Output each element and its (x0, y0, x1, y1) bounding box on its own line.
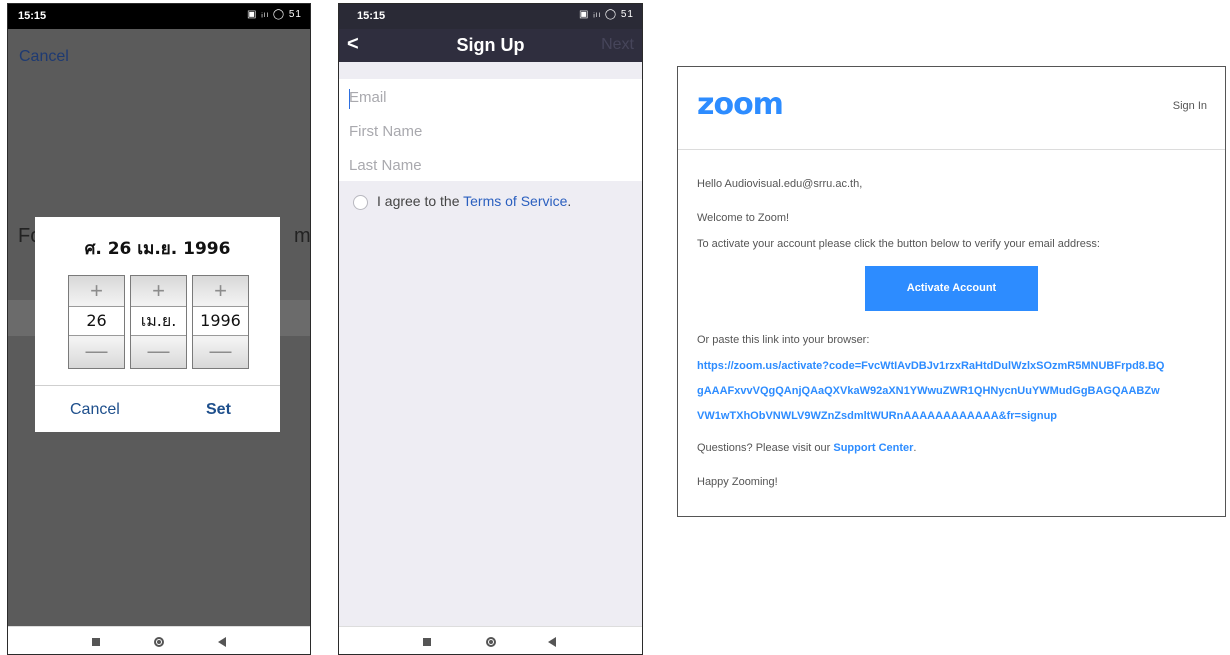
home-icon[interactable] (486, 637, 496, 647)
year-increment-button[interactable]: + (193, 276, 248, 306)
agree-suffix: . (567, 193, 572, 209)
status-time: 15:15 (18, 10, 47, 22)
next-button[interactable]: Next (601, 36, 634, 54)
month-increment-button[interactable]: + (131, 276, 186, 306)
recent-apps-icon[interactable] (92, 638, 100, 646)
activation-link-line[interactable]: VW1wTXhObVNWLV9WZnZsdmltWURnAAAAAAAAAAAA… (697, 410, 1057, 422)
status-icons: ▣ ᵢₗₗ ◯ 51 (247, 9, 302, 20)
paste-link-text: Or paste this link into your browser: (697, 334, 870, 346)
email-field[interactable]: Email (349, 89, 387, 106)
month-spinner[interactable]: + เม.ย. — (130, 275, 187, 369)
activation-email: zoom Sign In Hello Audiovisual.edu@srru.… (677, 66, 1226, 517)
android-nav-bar (8, 626, 310, 654)
page-title: Sign Up (456, 35, 525, 55)
year-decrement-button[interactable]: — (193, 336, 248, 368)
closing-text: Happy Zooming! (697, 476, 778, 488)
last-name-field[interactable]: Last Name (349, 157, 422, 174)
activation-link-line[interactable]: gAAAFxvvVQgQAnjQAaQXVkaW92aXN1YWwuZWR1QH… (697, 385, 1160, 397)
terms-of-service-link[interactable]: Terms of Service (463, 193, 567, 209)
activate-account-button[interactable]: Activate Account (865, 266, 1038, 311)
date-picker-title: ศ. 26 เม.ย. 1996 (84, 239, 231, 259)
home-icon[interactable] (154, 637, 164, 647)
status-bar: 15:15 ▣ ᵢₗₗ ◯ 51 (339, 4, 642, 29)
terms-agreement: I agree to the Terms of Service. (377, 193, 571, 209)
day-spinner[interactable]: + 26 — (68, 275, 125, 369)
recent-apps-icon[interactable] (423, 638, 431, 646)
status-time: 15:15 (357, 10, 386, 22)
signup-header: Sign Up < Next (339, 29, 642, 62)
header-divider (678, 149, 1225, 150)
questions-suffix: . (913, 442, 917, 454)
dialog-cancel-button[interactable]: Cancel (70, 401, 120, 419)
back-icon[interactable] (218, 637, 226, 647)
date-picker-dialog: ศ. 26 เม.ย. 1996 + 26 — + เม.ย. — + 1996… (35, 217, 280, 432)
zoom-logo: zoom (697, 87, 784, 122)
back-icon[interactable] (548, 637, 556, 647)
support-center-link[interactable]: Support Center (833, 442, 913, 454)
first-name-field[interactable]: First Name (349, 123, 422, 140)
sign-in-link[interactable]: Sign In (1173, 100, 1207, 112)
text-caret (349, 89, 350, 109)
instruction-text: To activate your account please click th… (697, 238, 1100, 250)
month-decrement-button[interactable]: — (131, 336, 186, 368)
questions-text: Questions? Please visit our Support Cent… (697, 442, 916, 454)
greeting-text: Hello Audiovisual.edu@srru.ac.th, (697, 178, 863, 190)
activation-link-line[interactable]: https://zoom.us/activate?code=FvcWtIAvDB… (697, 360, 1164, 372)
cancel-link[interactable]: Cancel (19, 48, 69, 66)
day-increment-button[interactable]: + (69, 276, 124, 306)
status-bar: 15:15 ▣ ᵢₗₗ ◯ 51 (8, 4, 310, 29)
agree-prefix: I agree to the (377, 193, 464, 209)
phone-signup-screen: 15:15 ▣ ᵢₗₗ ◯ 51 Sign Up < Next Email Fi… (338, 3, 643, 655)
dialog-set-button[interactable]: Set (206, 401, 231, 419)
back-chevron-icon[interactable]: < (347, 33, 359, 56)
android-nav-bar (339, 626, 642, 654)
questions-prefix: Questions? Please visit our (697, 442, 834, 454)
dialog-divider (35, 385, 280, 386)
agree-radio[interactable] (353, 195, 368, 210)
day-value[interactable]: 26 (69, 306, 124, 336)
year-spinner[interactable]: + 1996 — (192, 275, 249, 369)
day-decrement-button[interactable]: — (69, 336, 124, 368)
welcome-text: Welcome to Zoom! (697, 212, 790, 224)
background-label-right: m (294, 225, 311, 247)
year-value[interactable]: 1996 (193, 306, 248, 336)
phone-datepicker-screen: 15:15 ▣ ᵢₗₗ ◯ 51 Cancel Fo m ศ. 26 เม.ย.… (7, 3, 311, 655)
status-icons: ▣ ᵢₗₗ ◯ 51 (579, 9, 634, 20)
month-value[interactable]: เม.ย. (131, 306, 186, 336)
